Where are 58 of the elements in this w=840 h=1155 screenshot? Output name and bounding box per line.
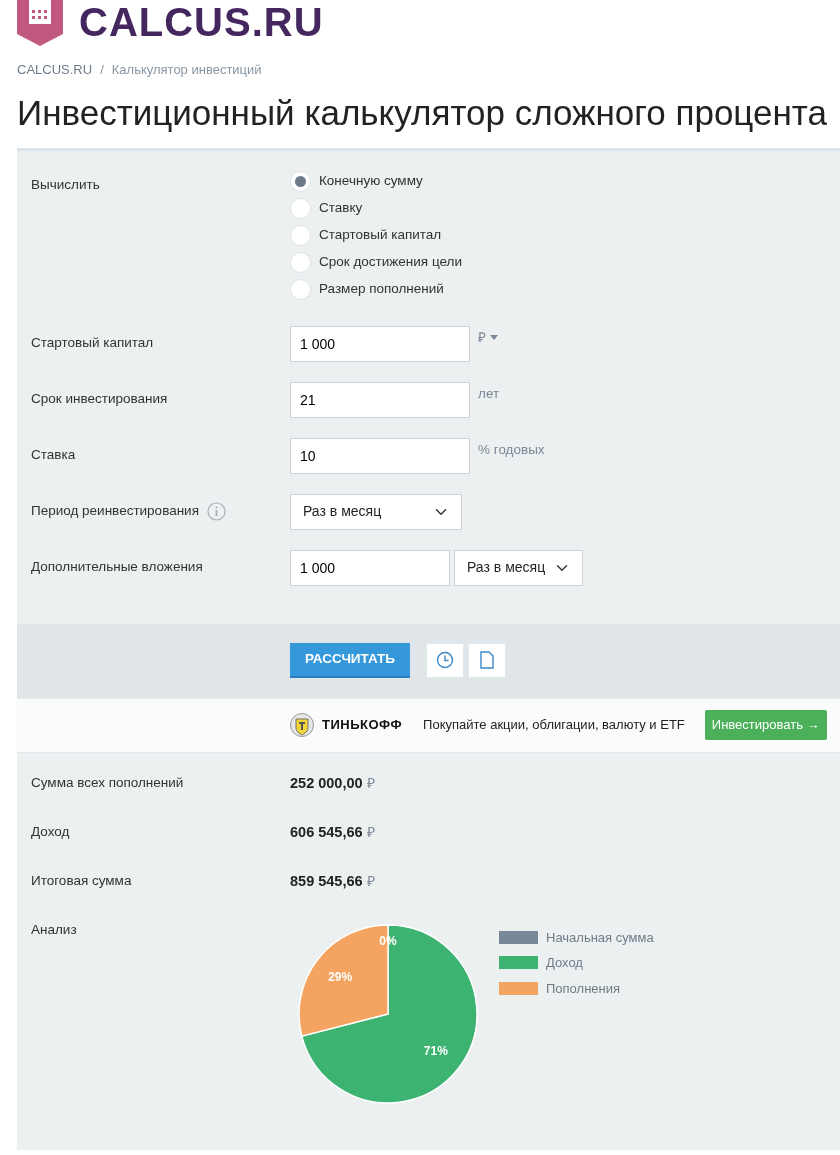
currency-sign: ₽ <box>366 822 375 842</box>
slice-label: 0% <box>379 933 397 948</box>
legend-label[interactable]: Пополнения <box>546 978 621 998</box>
input-field[interactable]: 21 <box>290 381 470 418</box>
field-label: Срок инвестирования <box>31 390 168 409</box>
radio-label[interactable]: Ставку <box>319 197 363 219</box>
unit-label: % годовых <box>478 440 545 459</box>
breadcrumb-separator: / <box>100 61 104 79</box>
input-field[interactable]: 1 000 <box>290 549 450 586</box>
radio-label[interactable]: Размер пополнений <box>319 278 444 300</box>
dropdown-field[interactable]: Раз в месяц <box>290 493 462 530</box>
currency-sign: ₽ <box>366 773 375 793</box>
input-field[interactable]: 1 000 <box>290 325 470 362</box>
caret-icon[interactable] <box>490 335 498 341</box>
radio-button[interactable] <box>290 224 311 246</box>
document-button[interactable] <box>468 642 506 678</box>
result-label: Анализ <box>31 920 78 939</box>
input-field[interactable]: 10 <box>290 437 470 474</box>
shield-emblem-icon[interactable] <box>290 712 314 738</box>
dropdown-field[interactable]: Раз в месяц <box>454 549 583 586</box>
clock-icon <box>436 651 454 669</box>
result-label: Доход <box>31 822 71 841</box>
radio-label[interactable]: Конечную сумму <box>319 170 423 192</box>
result-label: Сумма всех пополнений <box>31 773 185 792</box>
field-label: Стартовый капитал <box>31 334 154 353</box>
slice-label: 29% <box>328 969 353 984</box>
radio-button[interactable] <box>290 197 311 219</box>
legend-swatch <box>499 956 538 970</box>
page-title: Инвестиционный калькулятор сложного процента <box>17 91 828 134</box>
radio-button[interactable] <box>290 278 311 300</box>
radio-label[interactable]: Срок достижения цели <box>319 251 462 273</box>
slice-label: 71% <box>423 1043 448 1058</box>
history-button[interactable] <box>426 642 464 678</box>
document-icon <box>480 651 494 669</box>
legend-label[interactable]: Доход <box>546 953 583 973</box>
calculator-logo-icon[interactable] <box>17 0 63 46</box>
logo-text[interactable]: CALCUS.RU <box>79 2 324 42</box>
radio-label[interactable]: Стартовый капитал <box>319 224 442 246</box>
ad-text: Покупайте акции, облигации, валюту и ETF <box>423 716 685 735</box>
radio-button[interactable] <box>290 251 311 273</box>
field-label: Вычислить <box>31 175 101 194</box>
legend-swatch <box>499 930 538 944</box>
currency-sign: ₽ <box>366 871 375 891</box>
unit-label: лет <box>478 384 500 403</box>
result-value: 859 545,66 <box>290 871 363 891</box>
brand-name[interactable]: ТИНЬКОФФ <box>322 715 403 735</box>
legend-label[interactable]: Начальная сумма <box>546 927 654 947</box>
radio-button[interactable] <box>290 170 311 192</box>
info-icon[interactable] <box>206 502 226 521</box>
breadcrumb-link[interactable]: CALCUS.RU <box>17 60 93 80</box>
legend-swatch <box>499 981 538 995</box>
field-label: Период реинвестирования <box>31 502 199 521</box>
breadcrumb-current: Калькулятор инвестиций <box>111 61 262 79</box>
result-value: 606 545,66 <box>290 822 363 842</box>
field-label: Ставка <box>31 446 76 465</box>
result-value: 252 000,00 <box>290 773 363 793</box>
result-label: Итоговая сумма <box>31 871 133 890</box>
field-label: Дополнительные вложения <box>31 558 203 577</box>
